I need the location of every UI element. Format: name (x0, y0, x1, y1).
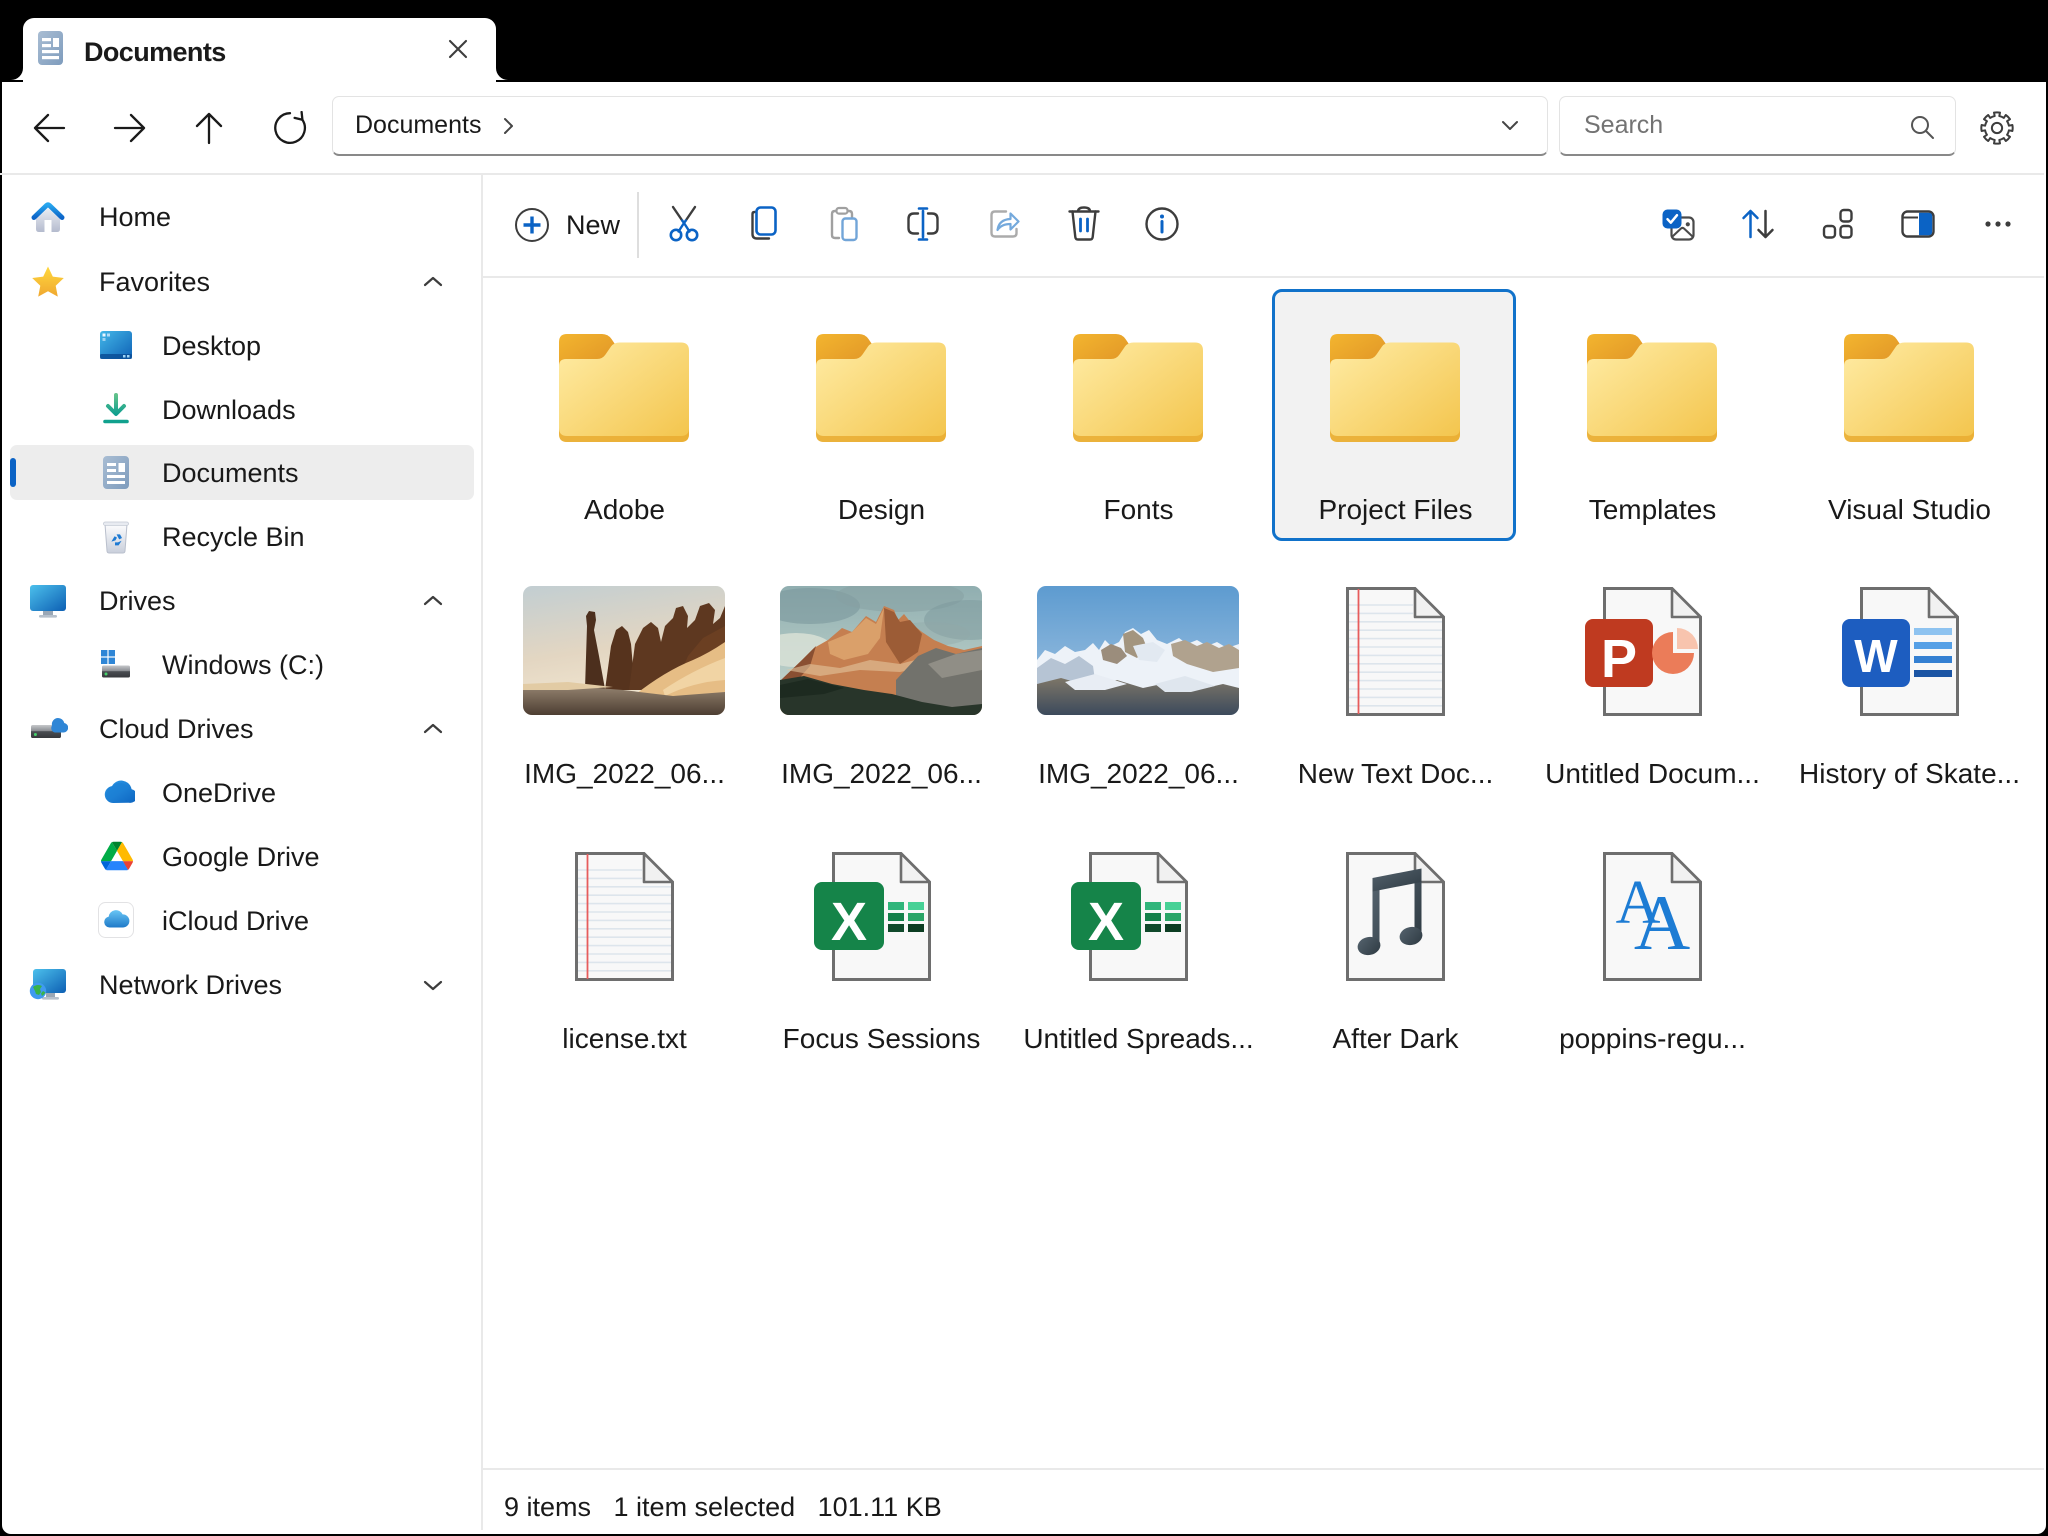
svg-text:P: P (1601, 629, 1637, 689)
svg-text:W: W (1854, 630, 1898, 682)
svg-text:A: A (1634, 879, 1690, 966)
